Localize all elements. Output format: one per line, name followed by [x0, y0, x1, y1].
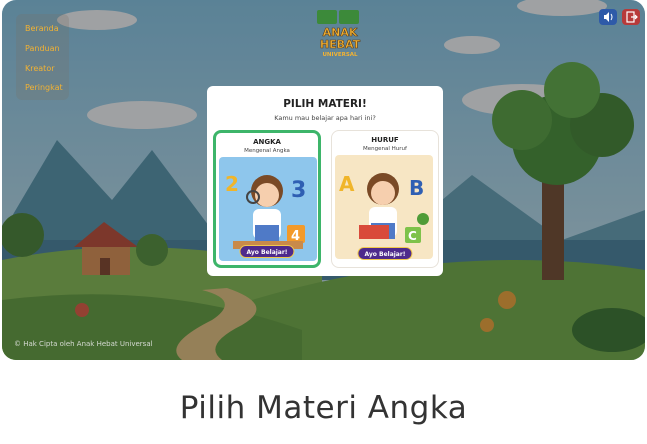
app-screen: Beranda Panduan Kreator Peringkat ANAK H…	[2, 0, 645, 360]
svg-text:HEBAT: HEBAT	[320, 38, 361, 51]
card-subtitle: Mengenal Angka	[244, 148, 290, 154]
svg-text:B: B	[409, 176, 424, 200]
svg-text:3: 3	[291, 178, 306, 203]
caption-text: Pilih Materi Angka	[179, 390, 468, 426]
choose-material-modal: PILIH MATERI! Kamu mau belajar apa hari …	[207, 86, 443, 276]
anak-hebat-logo: ANAK HEBAT UNIVERSAL	[317, 10, 361, 58]
svg-text:C: C	[408, 229, 417, 243]
nav-item-beranda[interactable]: Beranda	[25, 24, 59, 33]
card-title: HURUF	[371, 136, 399, 144]
card-subtitle: Mengenal Huruf	[363, 146, 407, 152]
start-learning-button[interactable]: Ayo Belajar!	[239, 245, 295, 258]
letters-girl-illustration: A B C	[335, 155, 433, 259]
svg-text:UNIVERSAL: UNIVERSAL	[322, 52, 358, 58]
card-huruf[interactable]: HURUF Mengenal Huruf A B C Ayo Belajar!	[331, 130, 439, 268]
nav-item-panduan[interactable]: Panduan	[25, 44, 60, 53]
main-nav: Beranda Panduan Kreator Peringkat	[16, 14, 69, 100]
card-title: ANGKA	[253, 138, 281, 146]
nav-item-peringkat[interactable]: Peringkat	[25, 83, 63, 92]
logout-icon	[626, 11, 638, 23]
frame: Beranda Panduan Kreator Peringkat ANAK H…	[0, 0, 647, 444]
logout-button[interactable]	[622, 9, 640, 25]
modal-title: PILIH MATERI!	[283, 98, 367, 110]
copyright-text: © Hak Cipta oleh Anak Hebat Universal	[14, 340, 153, 348]
sound-button[interactable]	[599, 9, 617, 25]
start-learning-button[interactable]: Ayo Belajar!	[357, 247, 413, 260]
modal-subtitle: Kamu mau belajar apa hari ini?	[274, 114, 376, 122]
svg-text:A: A	[339, 172, 355, 196]
card-angka[interactable]: ANGKA Mengenal Angka 2 3 4 Ayo Belajar!	[213, 130, 321, 268]
svg-text:2: 2	[225, 172, 239, 196]
nav-item-kreator[interactable]: Kreator	[25, 64, 55, 73]
speaker-icon	[604, 12, 613, 22]
